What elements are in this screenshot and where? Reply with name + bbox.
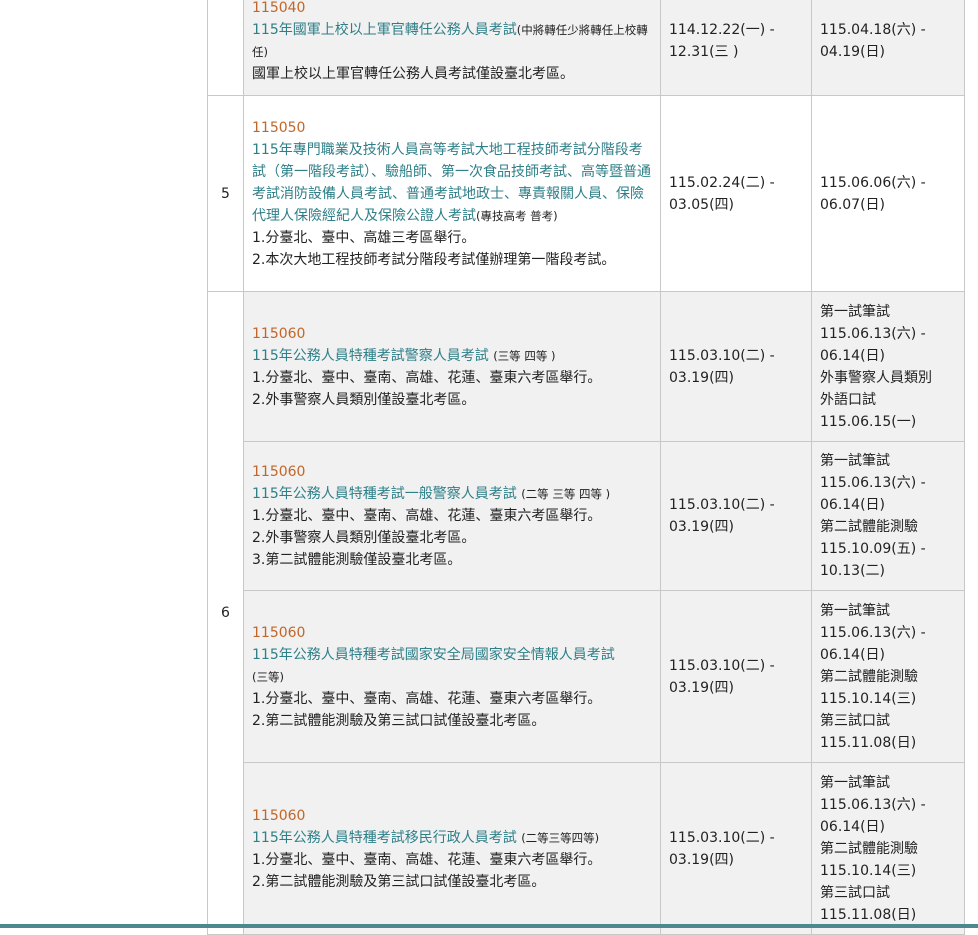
- table-row: 6 115060 115年公務人員特種考試警察人員考試 (三等 四等 ) 1.分…: [207, 291, 965, 935]
- exam-date-line: 06.14(日): [820, 646, 886, 663]
- registration-period: 115.03.10(二) - 03.19(四): [669, 829, 775, 868]
- exam-code: 115060: [252, 807, 306, 824]
- exam-note: 1.分臺北、臺中、臺南、高雄、花蓮、臺東六考區舉行。: [252, 690, 602, 707]
- exam-grade: (三等 四等 ): [493, 348, 556, 363]
- exam-name-cell: 115050 115年專門職業及技術人員高等考試大地工程技師考試分階段考試（第一…: [243, 95, 661, 292]
- bottom-accent-bar: [0, 924, 978, 928]
- registration-period: 114.12.22(一) - 12.31(三 ): [669, 22, 775, 60]
- exam-note: 1.分臺北、臺中、臺南、高雄、花蓮、臺東六考區舉行。: [252, 508, 602, 524]
- exam-schedule-table: 115040 115年國軍上校以上軍官轉任公務人員考試(中將轉任少將轉任上校轉任…: [207, 0, 965, 935]
- registration-period-cell: 115.03.10(二) - 03.19(四): [660, 441, 812, 591]
- exam-note: 2.第二試體能測驗及第三試口試僅設臺北考區。: [252, 873, 546, 890]
- exam-date-line: 06.07(日): [820, 196, 886, 213]
- exam-date-line: 115.10.14(三): [820, 690, 917, 707]
- registration-period: 115.02.24(二) - 03.05(四): [669, 174, 775, 213]
- exam-grade: (二等 三等 四等 ): [521, 487, 611, 501]
- registration-period: 115.03.10(二) - 03.19(四): [669, 657, 775, 696]
- exam-date-line: 第一試筆試: [820, 453, 890, 469]
- registration-period-cell: 115.03.10(二) - 03.19(四): [660, 590, 812, 763]
- exam-date-line: 115.04.18(六) -: [820, 22, 926, 38]
- exam-date-line: 115.06.13(六) -: [820, 325, 926, 342]
- exam-date-line: 第三試口試: [820, 712, 890, 729]
- exam-note: 2.本次大地工程技師考試分階段考試僅辦理第一階段考試。: [252, 251, 616, 268]
- exam-grade: (三等): [252, 669, 284, 684]
- exam-note: 2.外事警察人員類別僅設臺北考區。: [252, 391, 476, 408]
- registration-period: 115.03.10(二) - 03.19(四): [669, 497, 775, 535]
- exam-note: 2.外事警察人員類別僅設臺北考區。: [252, 530, 476, 546]
- exam-date-line: 第一試筆試: [820, 774, 890, 791]
- exam-title-link[interactable]: 115年公務人員特種考試移民行政人員考試: [252, 830, 517, 846]
- exam-name-cell: 115060 115年公務人員特種考試移民行政人員考試 (二等三等四等) 1.分…: [243, 762, 661, 935]
- exam-date-line: 115.06.13(六) -: [820, 796, 926, 813]
- exam-title-link[interactable]: 115年國軍上校以上軍官轉任公務人員考試: [252, 22, 517, 38]
- exam-note: 3.第二試體能測驗僅設臺北考區。: [252, 552, 462, 568]
- exam-date-line: 第三試口試: [820, 884, 890, 901]
- table-row: 115060 115年公務人員特種考試移民行政人員考試 (二等三等四等) 1.分…: [208, 762, 965, 935]
- exam-date-line: 第一試筆試: [820, 303, 890, 320]
- exam-date-line: 06.14(日): [820, 347, 886, 364]
- exam-date-line: 第二試體能測驗: [820, 840, 918, 857]
- group-number-cell: 5: [207, 95, 244, 292]
- exam-code: 115050: [252, 119, 306, 136]
- exam-code: 115060: [252, 325, 306, 342]
- exam-note: 2.第二試體能測驗及第三試口試僅設臺北考區。: [252, 712, 546, 729]
- exam-date-line: 115.10.14(三): [820, 862, 917, 879]
- exam-title-link[interactable]: 115年公務人員特種考試國家安全局國家安全情報人員考試: [252, 647, 615, 663]
- group-number-cell: [207, 0, 244, 96]
- registration-period-cell: 115.02.24(二) - 03.05(四): [660, 95, 812, 292]
- exam-date-line: 115.11.08(日): [820, 906, 917, 923]
- exam-title-link[interactable]: 115年公務人員特種考試一般警察人員考試: [252, 486, 517, 502]
- exam-code: 115040: [252, 0, 306, 16]
- exam-date-cell: 115.06.06(六) - 06.07(日): [811, 95, 965, 292]
- group-number-cell: 6: [207, 291, 244, 935]
- exam-date-cell: 第一試筆試 115.06.13(六) - 06.14(日) 第二試體能測驗 11…: [811, 762, 965, 935]
- registration-period-cell: 115.03.10(二) - 03.19(四): [660, 291, 812, 442]
- exam-title-link[interactable]: 115年公務人員特種考試警察人員考試: [252, 348, 489, 364]
- registration-period-cell: 114.12.22(一) - 12.31(三 ): [660, 0, 812, 96]
- exam-date-line: 10.13(二): [820, 563, 886, 579]
- table-row: 5 115050 115年專門職業及技術人員高等考試大地工程技師考試分階段考試（…: [207, 95, 965, 292]
- left-blank-pane: [0, 0, 208, 928]
- exam-note: 1.分臺北、臺中、臺南、高雄、花蓮、臺東六考區舉行。: [252, 369, 602, 386]
- exam-date-line: 第二試體能測驗: [820, 668, 918, 685]
- exam-date-line: 115.11.08(日): [820, 734, 917, 751]
- table-row: 115060 115年公務人員特種考試一般警察人員考試 (二等 三等 四等 ) …: [208, 441, 965, 591]
- exam-date-line: 外語口試: [820, 391, 876, 408]
- exam-date-line: 04.19(日): [820, 44, 886, 60]
- exam-date-line: 第一試筆試: [820, 602, 890, 619]
- exam-name-cell: 115040 115年國軍上校以上軍官轉任公務人員考試(中將轉任少將轉任上校轉任…: [243, 0, 661, 96]
- exam-date-line: 06.14(日): [820, 497, 886, 513]
- table-row: 115060 115年公務人員特種考試國家安全局國家安全情報人員考試 (三等) 1…: [208, 590, 965, 763]
- exam-date-cell: 第一試筆試 115.06.13(六) - 06.14(日) 第二試體能測驗 11…: [811, 590, 965, 763]
- exam-note: 1.分臺北、臺中、高雄三考區舉行。: [252, 229, 476, 246]
- exam-note: 1.分臺北、臺中、臺南、高雄、花蓮、臺東六考區舉行。: [252, 851, 602, 868]
- exam-name-cell: 115060 115年公務人員特種考試一般警察人員考試 (二等 三等 四等 ) …: [243, 441, 661, 591]
- registration-period-cell: 115.03.10(二) - 03.19(四): [660, 762, 812, 935]
- exam-name-cell: 115060 115年公務人員特種考試國家安全局國家安全情報人員考試 (三等) 1…: [243, 590, 661, 763]
- exam-date-line: 115.06.06(六) -: [820, 174, 926, 191]
- exam-name-cell: 115060 115年公務人員特種考試警察人員考試 (三等 四等 ) 1.分臺北…: [243, 291, 661, 442]
- exam-date-cell: 第一試筆試 115.06.13(六) - 06.14(日) 外事警察人員類別 外…: [811, 291, 965, 442]
- exam-date-line: 06.14(日): [820, 818, 886, 835]
- exam-grade: (二等三等四等): [521, 830, 600, 845]
- exam-grade: (專技高考 普考): [476, 208, 558, 223]
- exam-date-cell: 第一試筆試 115.06.13(六) - 06.14(日) 第二試體能測驗 11…: [811, 441, 965, 591]
- exam-date-line: 115.06.15(一): [820, 413, 917, 430]
- exam-title-link[interactable]: 115年專門職業及技術人員高等考試大地工程技師考試分階段考試（第一階段考試）、驗…: [252, 142, 651, 224]
- exam-date-line: 115.06.13(六) -: [820, 475, 926, 491]
- exam-code: 115060: [252, 464, 306, 480]
- exam-date-line: 第二試體能測驗: [820, 519, 918, 535]
- exam-date-cell: 115.04.18(六) - 04.19(日): [811, 0, 965, 96]
- exam-date-line: 115.10.09(五) -: [820, 541, 926, 557]
- exam-code: 115060: [252, 624, 306, 641]
- exam-note: 國軍上校以上軍官轉任公務人員考試僅設臺北考區。: [252, 66, 574, 82]
- table-row: 115040 115年國軍上校以上軍官轉任公務人員考試(中將轉任少將轉任上校轉任…: [207, 0, 965, 96]
- exam-date-line: 115.06.13(六) -: [820, 624, 926, 641]
- registration-period: 115.03.10(二) - 03.19(四): [669, 347, 775, 386]
- exam-date-line: 外事警察人員類別: [820, 369, 932, 386]
